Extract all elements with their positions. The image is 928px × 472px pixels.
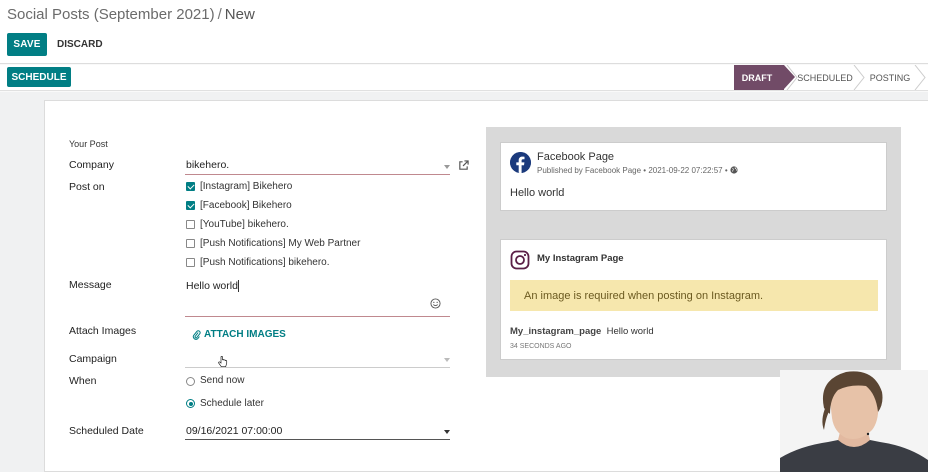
radio-label-send-now[interactable]: Send now: [200, 375, 244, 386]
instagram-page-name: My Instagram Page: [537, 253, 624, 264]
instagram-post-message: Hello world: [606, 326, 654, 337]
facebook-page-name: Facebook Page: [537, 151, 615, 163]
scheduled-date-dropdown-icon[interactable]: [444, 430, 450, 434]
instagram-preview-card: My Instagram Page An image is required w…: [500, 239, 887, 360]
attach-images-label: Attach Images: [69, 325, 137, 337]
message-textarea[interactable]: Hello world: [186, 280, 238, 292]
instagram-icon: [510, 250, 530, 270]
facebook-post-meta: Published by Facebook Page • 2021-09-22 …: [537, 166, 738, 175]
checkbox-push-my-web-partner[interactable]: [186, 239, 195, 248]
instagram-post-caption: My_instagram_page Hello world: [510, 326, 654, 337]
control-panel: Social Posts (September 2021) / New SAVE D…: [0, 0, 928, 64]
checkbox-push-bikehero[interactable]: [186, 258, 195, 267]
campaign-dropdown-icon[interactable]: [444, 358, 450, 362]
company-field[interactable]: bikehero.: [186, 159, 229, 171]
company-dropdown-icon[interactable]: [444, 165, 450, 169]
post-on-label: Post on: [69, 181, 105, 193]
save-button[interactable]: SAVE: [7, 33, 47, 56]
checkbox-instagram-bikehero[interactable]: [186, 182, 195, 191]
external-link-icon[interactable]: [458, 160, 469, 171]
checkbox-facebook-bikehero[interactable]: [186, 201, 195, 210]
attach-images-button[interactable]: ATTACH IMAGES: [192, 329, 286, 340]
presenter-webcam-overlay: [780, 370, 928, 472]
account-label[interactable]: [YouTube] bikehero.: [200, 219, 289, 230]
attach-images-button-label: ATTACH IMAGES: [204, 329, 286, 340]
instagram-image-required-alert: An image is required when posting on Ins…: [510, 280, 878, 311]
stage-separator-icon: [853, 65, 865, 90]
campaign-label: Campaign: [69, 353, 117, 365]
scheduled-date-field-underline: [185, 439, 450, 440]
account-label[interactable]: [Facebook] Bikehero: [200, 200, 292, 211]
when-label: When: [69, 375, 97, 387]
facebook-icon: [510, 152, 531, 173]
facebook-post-message: Hello world: [510, 187, 565, 199]
stage-separator-icon: [914, 65, 926, 90]
checkbox-youtube-bikehero[interactable]: [186, 220, 195, 229]
globe-icon: [730, 166, 738, 174]
radio-schedule-later[interactable]: [186, 399, 195, 408]
emoji-icon[interactable]: [430, 298, 441, 309]
breadcrumb-current: New: [224, 6, 255, 23]
radio-label-schedule-later[interactable]: Schedule later: [200, 398, 264, 409]
account-label[interactable]: [Instagram] Bikehero: [200, 181, 292, 192]
radio-send-now[interactable]: [186, 377, 195, 386]
breadcrumb-parent-link[interactable]: Social Posts (September 2021): [7, 6, 215, 23]
instagram-post-time: 34 SECONDS AGO: [510, 343, 572, 350]
message-label: Message: [69, 279, 112, 291]
stage-posting[interactable]: POSTING: [865, 65, 915, 90]
message-field-underline: [185, 316, 450, 317]
mouse-pointer-icon: [218, 356, 228, 368]
account-label[interactable]: [Push Notifications] bikehero.: [200, 257, 330, 268]
scheduled-date-field[interactable]: 09/16/2021 07:00:00: [186, 425, 282, 437]
paperclip-icon: [192, 329, 201, 340]
statusbar: SCHEDULE DRAFT SCHEDULED POSTING: [0, 65, 928, 91]
text-cursor: [238, 280, 239, 292]
discard-button[interactable]: DISCARD: [52, 33, 108, 56]
facebook-preview-card: Facebook Page Published by Facebook Page…: [500, 142, 887, 211]
company-label: Company: [69, 159, 114, 171]
schedule-button[interactable]: SCHEDULE: [7, 67, 71, 87]
stage-scheduled[interactable]: SCHEDULED: [797, 65, 853, 90]
breadcrumb: Social Posts (September 2021) / New: [7, 6, 255, 23]
account-label[interactable]: [Push Notifications] My Web Partner: [200, 238, 360, 249]
company-field-underline: [185, 174, 450, 175]
section-title-your-post: Your Post: [69, 139, 108, 149]
instagram-username: My_instagram_page: [510, 326, 602, 337]
scheduled-date-label: Scheduled Date: [69, 425, 144, 437]
breadcrumb-separator: /: [217, 6, 222, 23]
facebook-post-meta-text: Published by Facebook Page • 2021-09-22 …: [537, 166, 728, 175]
stage-draft[interactable]: DRAFT: [734, 65, 795, 90]
